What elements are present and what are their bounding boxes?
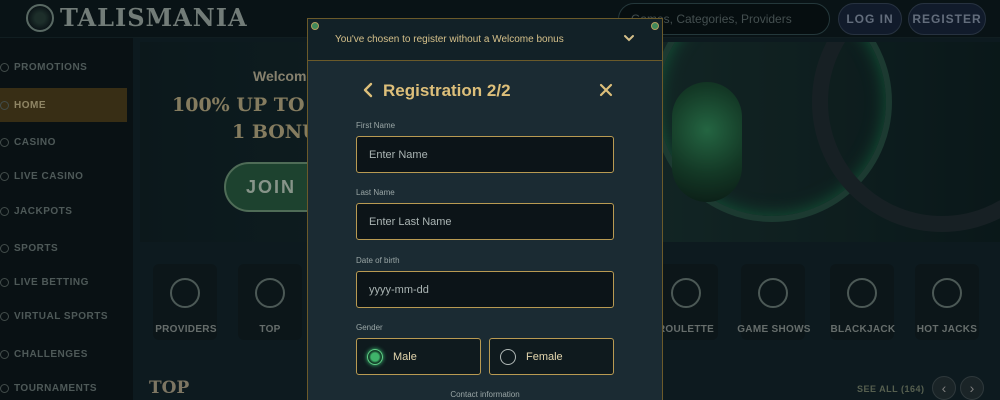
bonus-notice-bar[interactable]: You've chosen to register without a Welc… <box>308 19 662 61</box>
sidebar-item-jackpots[interactable]: JACKPOTS <box>0 194 127 228</box>
radio-unselected-icon[interactable] <box>500 348 516 365</box>
sidebar-item-challenges[interactable]: CHALLENGES <box>0 337 127 371</box>
trophy-icon <box>0 349 9 359</box>
sidebar-item-label: CASINO <box>14 136 56 148</box>
sidebar-item-virtual-sports[interactable]: VIRTUAL SPORTS <box>0 299 127 333</box>
first-name-field[interactable] <box>356 136 614 173</box>
sidebar-item-sports[interactable]: SPORTS <box>0 231 127 265</box>
login-button[interactable]: LOG IN <box>838 3 902 35</box>
tournament-icon <box>0 383 9 393</box>
last-name-label: Last Name <box>356 188 395 197</box>
scarab-small-icon <box>255 278 285 308</box>
slot-icon <box>0 137 9 147</box>
gender-option-label: Female <box>526 350 563 363</box>
cards-icon <box>0 171 9 181</box>
category-label: GAME SHOWS <box>737 324 811 335</box>
sidebar: PROMOTIONS HOME CASINO LIVE CASINO JACKP… <box>0 38 133 400</box>
jackpot-icon <box>0 206 9 216</box>
flame-icon <box>932 278 962 308</box>
hero-offer-line2: 1 BONU <box>232 121 319 143</box>
section-heading-top: TOP <box>149 378 190 398</box>
sidebar-item-label: TOURNAMENTS <box>14 382 98 394</box>
back-arrow-icon[interactable] <box>360 81 376 99</box>
category-label: PROVIDERS <box>155 324 217 335</box>
category-label: BLACKJACK <box>830 324 896 335</box>
sidebar-item-live-casino[interactable]: LIVE CASINO <box>0 159 127 193</box>
roulette-icon <box>671 278 701 308</box>
chevron-down-icon[interactable] <box>622 31 636 45</box>
hero-artwork <box>662 42 1000 238</box>
providers-icon <box>170 278 200 308</box>
sidebar-item-label: LIVE CASINO <box>14 170 84 182</box>
gift-icon <box>0 62 9 72</box>
first-name-label: First Name <box>356 121 396 130</box>
ball-icon <box>0 243 9 253</box>
sidebar-item-promotions[interactable]: PROMOTIONS <box>0 50 127 84</box>
category-label: ROULETTE <box>657 324 715 335</box>
home-icon <box>0 100 9 110</box>
sidebar-item-label: PROMOTIONS <box>14 61 88 73</box>
contact-info-heading: Contact information <box>450 390 520 399</box>
hero-offer-line1: 100% UP TO $ <box>172 94 325 116</box>
gender-option-male[interactable]: Male <box>356 338 481 375</box>
live-icon <box>0 277 9 287</box>
logo-emblem-icon <box>26 3 54 32</box>
last-name-field[interactable] <box>356 203 614 240</box>
see-all-link[interactable]: SEE ALL (164) <box>857 384 925 394</box>
gender-label: Gender <box>356 323 383 332</box>
sidebar-item-live-betting[interactable]: LIVE BETTING <box>0 265 127 299</box>
game-show-icon <box>758 278 788 308</box>
sidebar-item-tournaments[interactable]: TOURNAMENTS <box>0 371 127 400</box>
corner-gem-icon <box>651 22 659 30</box>
logo[interactable]: TALISMANIA <box>26 3 248 32</box>
registration-modal: You've chosen to register without a Welc… <box>307 18 663 400</box>
bonus-notice-text: You've chosen to register without a Welc… <box>335 34 564 45</box>
sidebar-item-casino[interactable]: CASINO <box>0 125 127 159</box>
sidebar-item-label: HOME <box>14 99 46 111</box>
scroll-right-button[interactable]: › <box>960 376 984 400</box>
logo-text: TALISMANIA <box>60 3 248 32</box>
gender-option-female[interactable]: Female <box>489 338 614 375</box>
corner-gem-icon <box>311 22 319 30</box>
hero-wheel <box>812 42 1000 232</box>
blackjack-icon <box>847 278 877 308</box>
scarab-icon <box>672 82 742 202</box>
last-name-input[interactable] <box>357 204 613 239</box>
sidebar-item-label: LIVE BETTING <box>14 276 89 288</box>
dob-input[interactable] <box>357 272 613 307</box>
close-icon[interactable] <box>598 82 614 98</box>
dob-field[interactable] <box>356 271 614 308</box>
virtual-icon <box>0 311 9 321</box>
category-label: TOP <box>259 324 281 335</box>
dob-label: Date of birth <box>356 256 400 265</box>
first-name-input[interactable] <box>357 137 613 172</box>
sidebar-item-label: JACKPOTS <box>14 205 73 217</box>
hero-welcome-text: Welcome <box>253 68 315 84</box>
sidebar-item-label: VIRTUAL SPORTS <box>14 310 109 322</box>
sidebar-item-home[interactable]: HOME <box>0 88 127 122</box>
gender-option-label: Male <box>393 350 417 363</box>
sidebar-item-label: SPORTS <box>14 242 59 254</box>
sidebar-item-label: CHALLENGES <box>14 348 88 360</box>
registration-title: Registration 2/2 <box>383 81 511 100</box>
register-button[interactable]: REGISTER <box>908 3 986 35</box>
category-label: HOT JACKS <box>916 324 978 335</box>
scroll-left-button[interactable]: ‹ <box>932 376 956 400</box>
radio-selected-icon[interactable] <box>367 348 383 365</box>
